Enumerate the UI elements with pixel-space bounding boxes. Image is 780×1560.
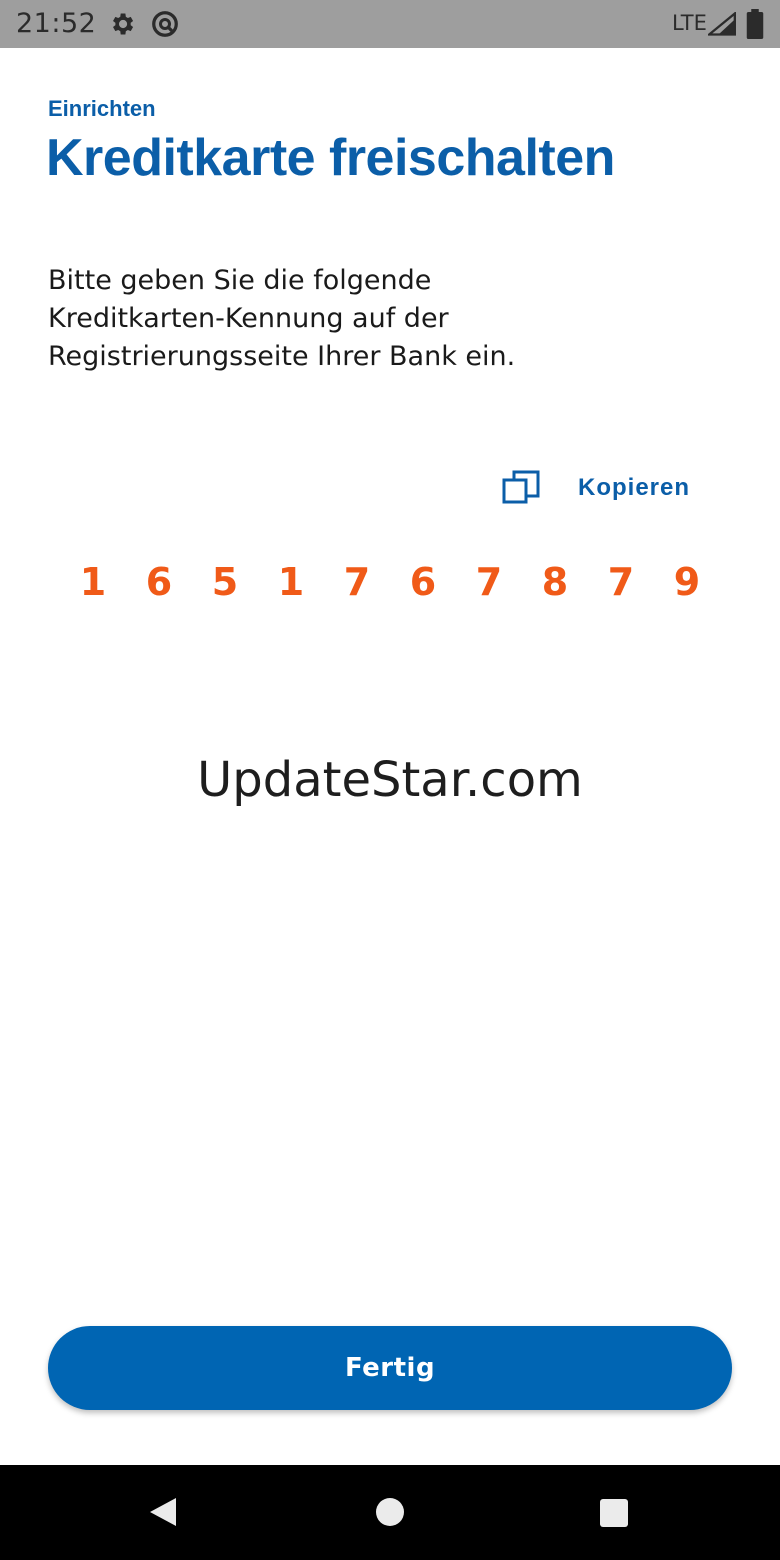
instruction-text: Bitte geben Sie die folgende Kreditkarte… (48, 265, 516, 372)
card-id-digit: 7 (475, 560, 503, 604)
card-id-digit: 5 (211, 560, 239, 604)
recents-icon[interactable] (598, 1497, 630, 1529)
card-id-digit: 9 (673, 560, 701, 604)
status-bar: 21:52 LTE (0, 0, 780, 48)
copy-button[interactable]: Kopieren (500, 464, 690, 512)
home-icon[interactable] (374, 1496, 406, 1528)
gear-icon (113, 13, 134, 35)
status-time: 21:52 (16, 8, 97, 39)
screen: 21:52 LTE Einrichten Kreditkarte freisch… (0, 0, 780, 1560)
done-button[interactable]: Fertig (48, 1326, 732, 1410)
watermark-text: UpdateStar.com (197, 752, 583, 808)
card-id-digit: 1 (79, 560, 107, 604)
copy-label: Kopieren (578, 474, 691, 501)
network-type: LTE (672, 11, 707, 35)
card-id-digits: 1 6 5 1 7 6 7 8 7 9 (60, 560, 720, 610)
card-id-digit: 8 (541, 560, 569, 604)
signal-icon (708, 12, 736, 36)
sync-icon (152, 11, 178, 37)
card-id-digit: 6 (409, 560, 437, 604)
back-icon[interactable] (146, 1495, 180, 1529)
card-id-digit: 6 (145, 560, 173, 604)
navigation-bar (0, 1465, 780, 1560)
card-id-digit: 7 (607, 560, 635, 604)
copy-icon (502, 470, 540, 504)
page-title: Kreditkarte freischalten (46, 129, 615, 187)
card-id-digit: 7 (343, 560, 371, 604)
battery-icon (746, 9, 764, 39)
card-id-digit: 1 (277, 560, 305, 604)
section-label: Einrichten (48, 96, 156, 121)
